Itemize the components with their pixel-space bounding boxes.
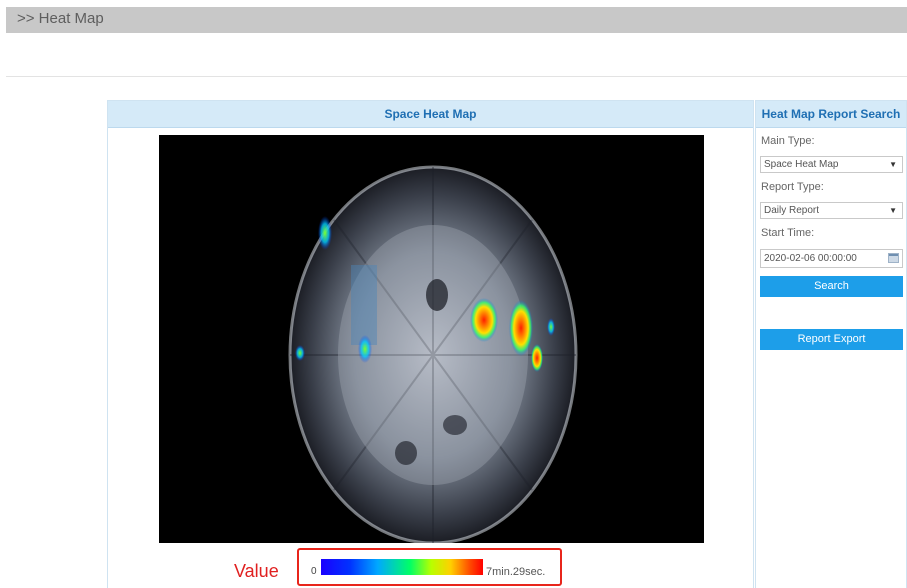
report-search-panel: Heat Map Report Search Main Type: Space … xyxy=(755,100,907,588)
heat-map-image xyxy=(159,135,704,543)
dropdown-caret-icon: ▼ xyxy=(889,206,897,215)
header-divider xyxy=(6,76,907,77)
main-type-label: Main Type: xyxy=(761,135,815,147)
legend-color-scale xyxy=(321,559,483,575)
legend-label: Value xyxy=(234,561,279,581)
start-time-label: Start Time: xyxy=(761,227,815,239)
legend-max: 7min.29sec. xyxy=(486,566,546,578)
report-type-label: Report Type: xyxy=(761,181,824,193)
main-type-select[interactable]: Space Heat Map ▼ xyxy=(760,156,903,173)
search-button[interactable]: Search xyxy=(760,276,903,297)
start-time-input[interactable]: 2020-02-06 00:00:00 xyxy=(760,249,903,268)
heat-map-panel: Space Heat Map Value 0 7min.29sec. xyxy=(107,100,754,588)
search-panel-title: Heat Map Report Search xyxy=(756,101,906,128)
report-type-value: Daily Report xyxy=(764,205,820,216)
report-type-select[interactable]: Daily Report ▼ xyxy=(760,202,903,219)
breadcrumb: >> Heat Map xyxy=(17,10,104,27)
start-time-value: 2020-02-06 00:00:00 xyxy=(764,253,857,264)
dropdown-caret-icon: ▼ xyxy=(889,160,897,169)
panel-title: Space Heat Map xyxy=(108,101,753,128)
legend-min: 0 xyxy=(311,566,317,577)
calendar-icon[interactable] xyxy=(888,253,899,263)
main-type-value: Space Heat Map xyxy=(764,159,839,170)
report-export-button[interactable]: Report Export xyxy=(760,329,903,350)
breadcrumb-bar: >> Heat Map xyxy=(6,7,907,33)
heat-legend: 0 7min.29sec. xyxy=(297,548,562,586)
